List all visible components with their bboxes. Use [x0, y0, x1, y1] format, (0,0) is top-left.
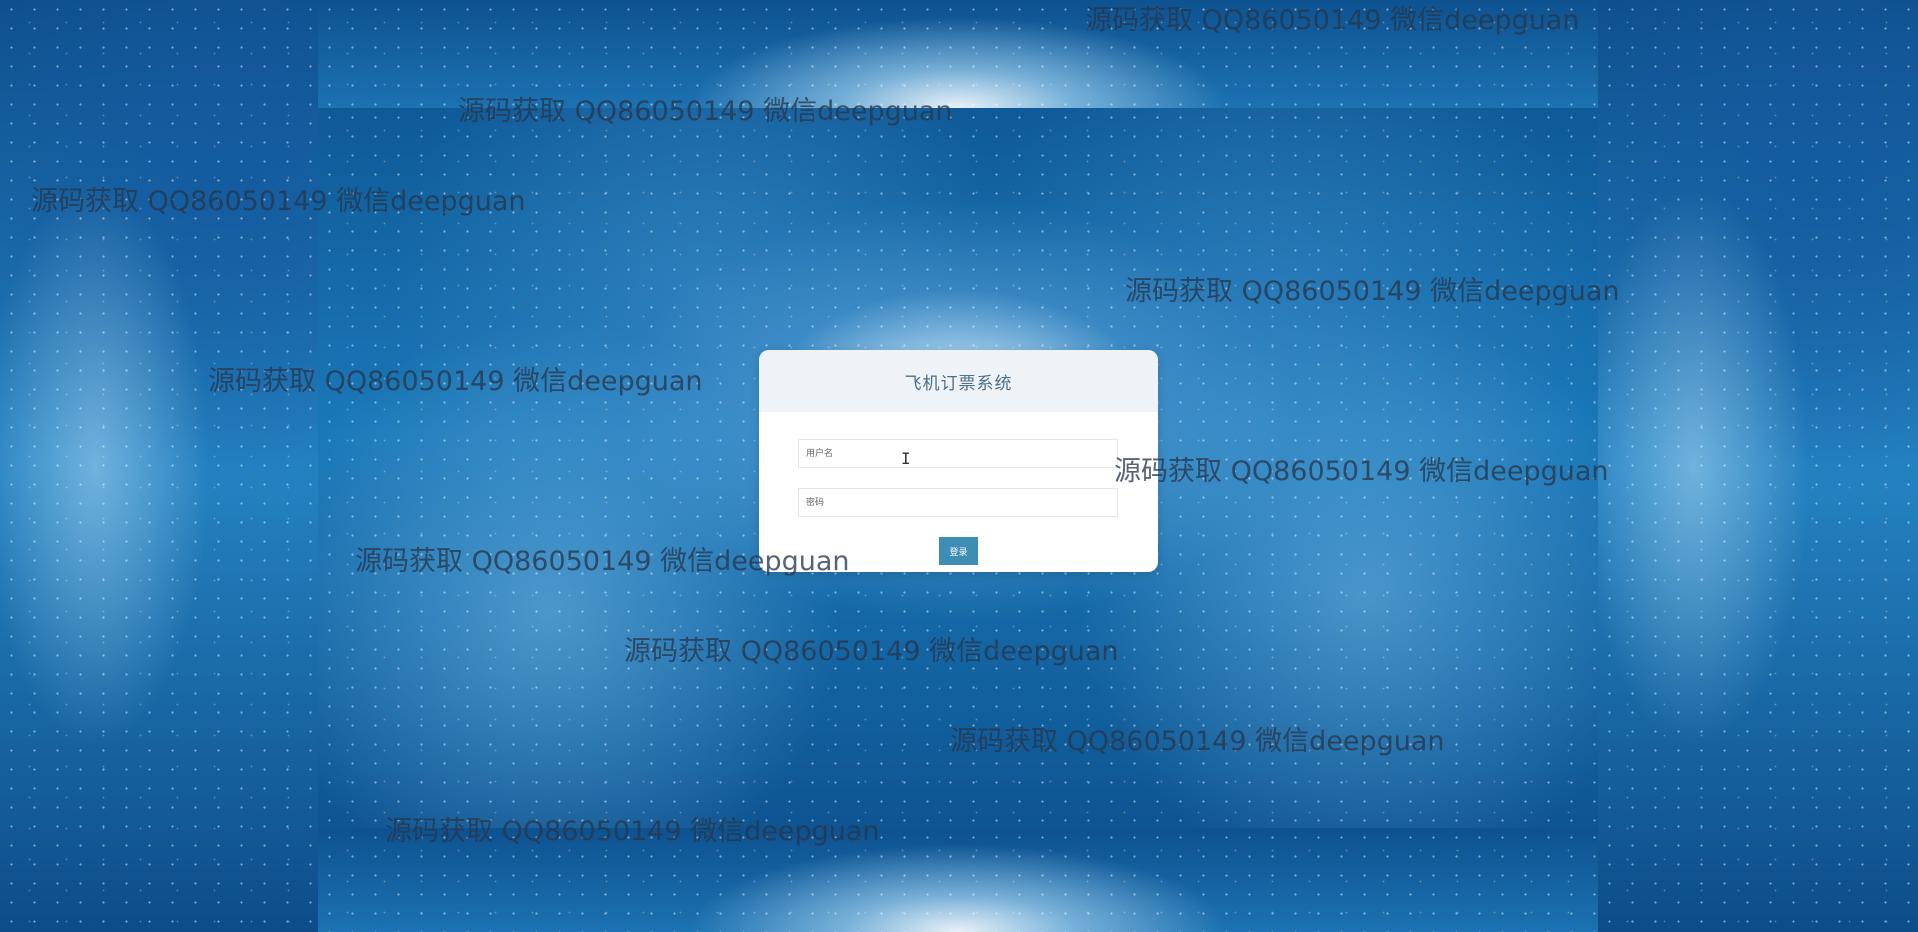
login-card: 飞机订票系统 登录 [759, 350, 1158, 572]
login-page: 飞机订票系统 登录 I 源码获取 QQ86050149 微信deepguan 源… [0, 0, 1918, 932]
app-title: 飞机订票系统 [904, 373, 1013, 394]
login-form: 登录 [759, 439, 1158, 565]
login-button[interactable]: 登录 [939, 537, 978, 565]
background-tile-bottom [318, 828, 1598, 932]
password-input[interactable] [798, 488, 1118, 517]
login-card-header: 飞机订票系统 [759, 350, 1158, 412]
text-cursor-icon: I [901, 449, 911, 468]
background-tile-left [0, 0, 318, 932]
background-tile-right [1598, 0, 1918, 932]
username-input[interactable] [798, 439, 1118, 468]
background-tile-top [318, 0, 1598, 108]
